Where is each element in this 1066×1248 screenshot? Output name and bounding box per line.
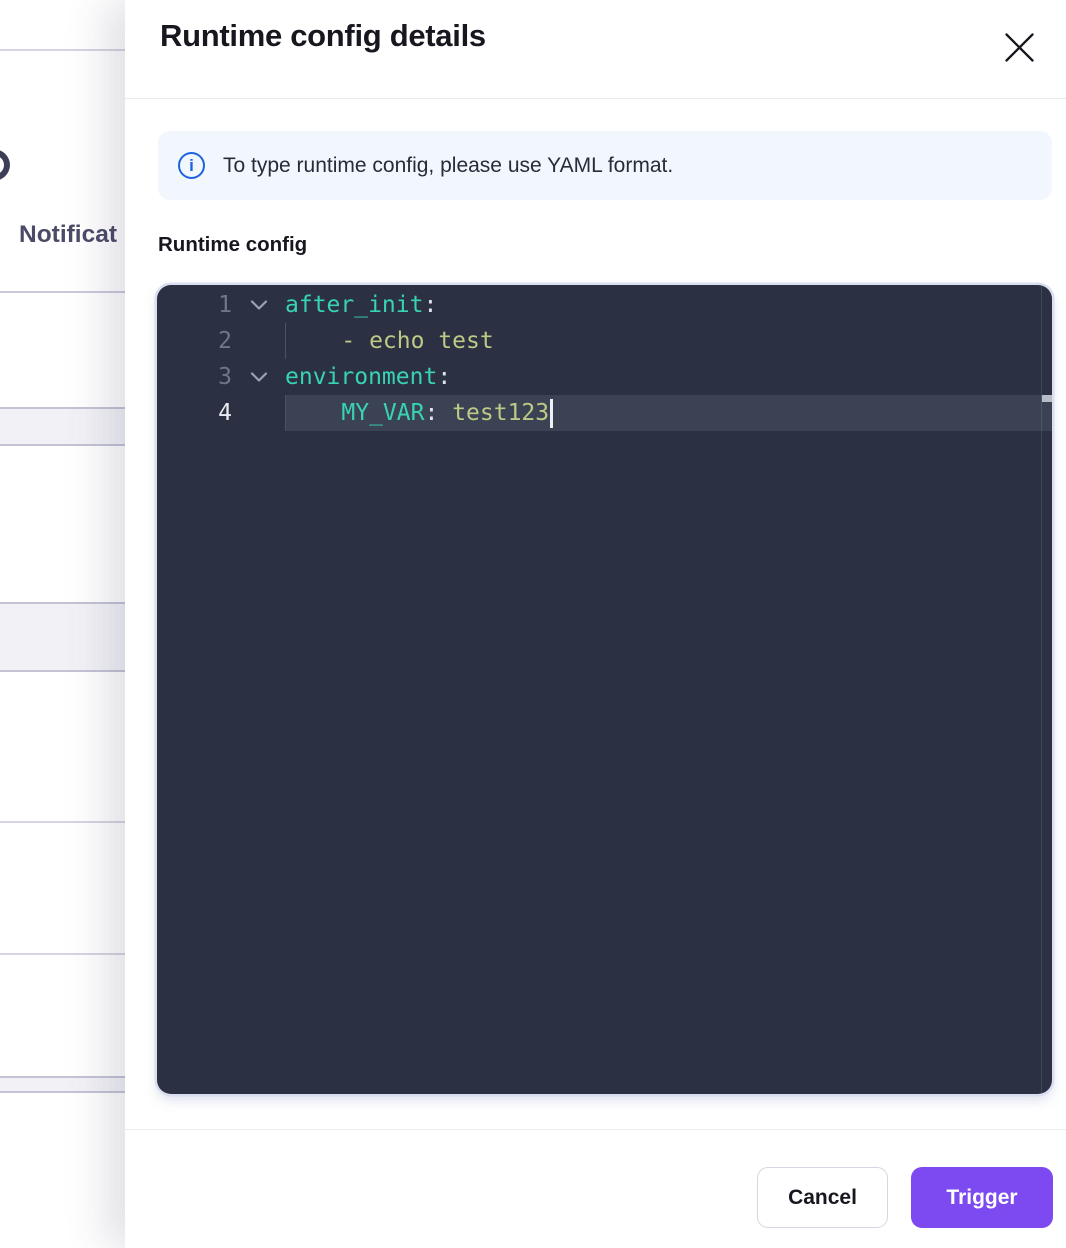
close-button[interactable]: [1003, 31, 1035, 63]
background-page: Notificat: [0, 0, 125, 1248]
drawer-title: Runtime config details: [160, 18, 486, 54]
table-row-band: [0, 1076, 125, 1093]
divider: [0, 291, 125, 293]
yaml-key: MY_VAR: [341, 400, 424, 426]
line-number: 2: [157, 328, 232, 354]
code-lines: 1 after_init: 2 - echo test 3: [157, 287, 1052, 431]
fold-chevron-down-icon[interactable]: [232, 299, 285, 311]
line-number: 4: [157, 400, 232, 426]
info-banner: i To type runtime config, please use YAM…: [158, 131, 1052, 200]
yaml-value: - echo test: [341, 328, 493, 354]
line-number: 3: [157, 364, 232, 390]
yaml-code-editor[interactable]: 1 after_init: 2 - echo test 3: [157, 285, 1052, 1094]
fold-chevron-down-icon[interactable]: [232, 371, 285, 383]
code-line-3: 3 environment:: [157, 359, 1052, 395]
code-line-1: 1 after_init:: [157, 287, 1052, 323]
text-cursor: [550, 399, 553, 428]
table-row-band: [0, 602, 125, 672]
partial-heading-letter: [0, 149, 10, 181]
yaml-value: test123: [438, 400, 549, 426]
divider: [0, 821, 125, 823]
divider: [0, 49, 125, 51]
code-line-2: 2 - echo test: [157, 323, 1052, 359]
cancel-button[interactable]: Cancel: [757, 1167, 888, 1228]
runtime-config-label: Runtime config: [158, 233, 307, 257]
info-banner-text: To type runtime config, please use YAML …: [223, 154, 673, 178]
table-row-band: [0, 407, 125, 446]
yaml-key: environment: [285, 364, 437, 390]
info-icon: i: [178, 152, 205, 179]
divider: [0, 953, 125, 955]
drawer-header: Runtime config details: [125, 0, 1066, 99]
code-line-4-active: 4 MY_VAR: test123: [157, 395, 1052, 431]
drawer-footer: Cancel Trigger: [125, 1129, 1066, 1248]
close-icon: [1005, 33, 1034, 62]
runtime-config-drawer: Runtime config details i To type runtime…: [125, 0, 1066, 1248]
yaml-key: after_init: [285, 292, 423, 318]
line-number: 1: [157, 292, 232, 318]
trigger-button[interactable]: Trigger: [911, 1167, 1053, 1228]
tab-notifications[interactable]: Notificat: [19, 221, 117, 249]
